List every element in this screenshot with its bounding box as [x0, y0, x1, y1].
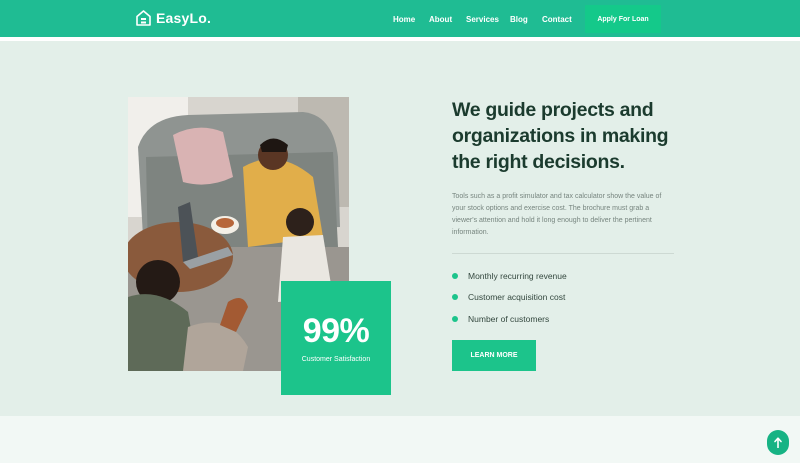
satisfaction-stat-card: 99% Customer Satisfaction	[281, 281, 391, 395]
about-description: Tools such as a profit simulator and tax…	[452, 193, 662, 236]
nav-item-blog[interactable]: Blog	[510, 15, 528, 24]
nav-item-about[interactable]: About	[429, 15, 452, 24]
bullet-dot-icon	[452, 315, 458, 322]
nav-item-home[interactable]: Home	[393, 15, 415, 24]
list-item: Monthly recurring revenue	[452, 265, 567, 287]
list-item: Number of customers	[452, 308, 567, 330]
apply-for-loan-button[interactable]: Apply For Loan	[585, 5, 661, 33]
brand-name: EasyLo.	[156, 10, 212, 26]
site-header: EasyLo. Home About Services Blog Contact…	[0, 0, 800, 37]
bullet-dot-icon	[452, 272, 458, 279]
content-divider	[452, 253, 674, 254]
stat-label: Customer Satisfaction	[301, 355, 371, 363]
feature-text: Number of customers	[468, 313, 550, 324]
bullet-dot-icon	[452, 294, 458, 301]
nav-item-contact[interactable]: Contact	[542, 15, 572, 24]
house-icon	[136, 10, 151, 26]
brand-logo[interactable]: EasyLo.	[136, 10, 211, 26]
stat-value: 99%	[302, 311, 370, 350]
feature-text: Monthly recurring revenue	[468, 270, 567, 281]
scroll-to-top-button[interactable]	[767, 430, 789, 455]
arrow-up-icon	[774, 437, 782, 448]
feature-list: Monthly recurring revenue Customer acqui…	[452, 265, 567, 330]
feature-text: Customer acquisition cost	[468, 292, 566, 303]
list-item: Customer acquisition cost	[452, 287, 567, 309]
about-heading: We guide projects and organizations in m…	[452, 99, 669, 173]
nav-item-services[interactable]: Services	[466, 15, 499, 24]
learn-more-button[interactable]: LEARN MORE	[452, 340, 536, 371]
